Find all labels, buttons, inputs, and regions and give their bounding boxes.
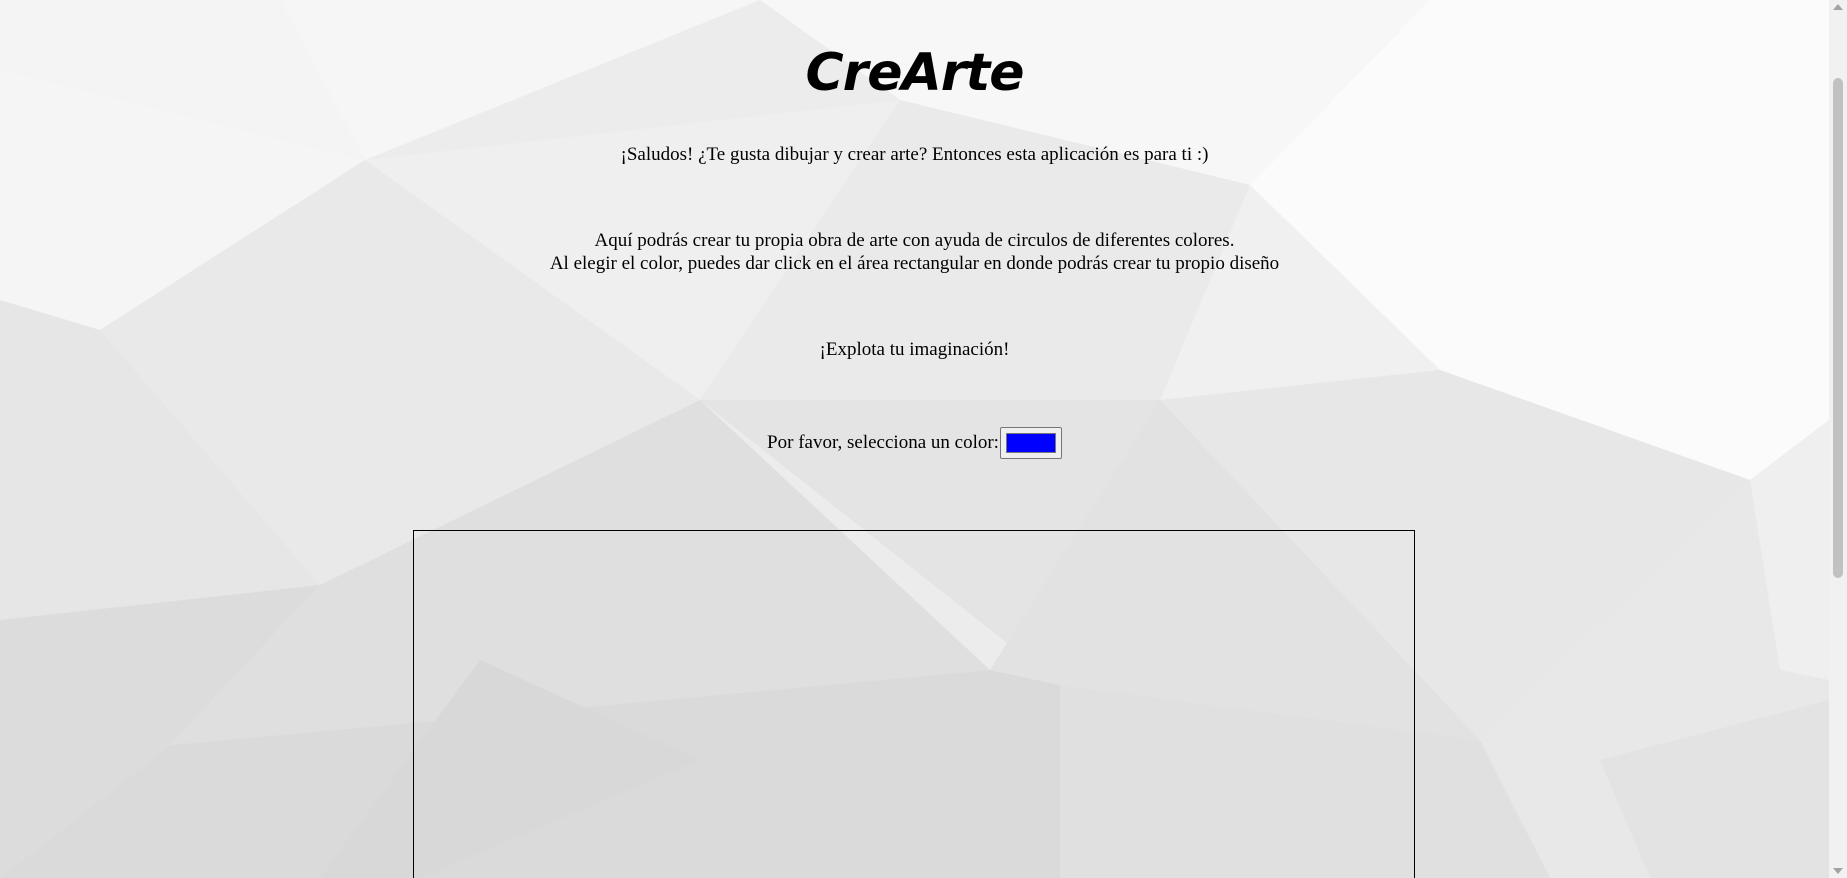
drawing-canvas[interactable] <box>413 530 1415 878</box>
page-title: CreArte <box>805 43 1024 103</box>
scroll-thumb[interactable] <box>1833 78 1843 578</box>
selected-color-swatch <box>1005 433 1056 453</box>
triangle-up-icon <box>1833 4 1843 10</box>
color-picker-label: Por favor, selecciona un color: <box>767 432 999 453</box>
greeting-text: ¡Saludos! ¿Te gusta dibujar y crear arte… <box>620 144 1209 165</box>
vertical-scrollbar[interactable] <box>1829 0 1847 878</box>
scroll-down-button[interactable] <box>1829 864 1847 878</box>
color-picker-input[interactable] <box>999 427 1062 459</box>
scroll-up-button[interactable] <box>1829 0 1847 14</box>
page-content: CreArte ¡Saludos! ¿Te gusta dibujar y cr… <box>0 0 1829 878</box>
triangle-down-icon <box>1833 868 1843 874</box>
instructions-line-2: Al elegir el color, puedes dar click en … <box>549 253 1280 274</box>
instructions-line-1: Aquí podrás crear tu propia obra de arte… <box>594 230 1235 251</box>
motto-text: ¡Explota tu imaginación! <box>819 339 1010 360</box>
color-picker-row: Por favor, selecciona un color: <box>0 427 1829 459</box>
